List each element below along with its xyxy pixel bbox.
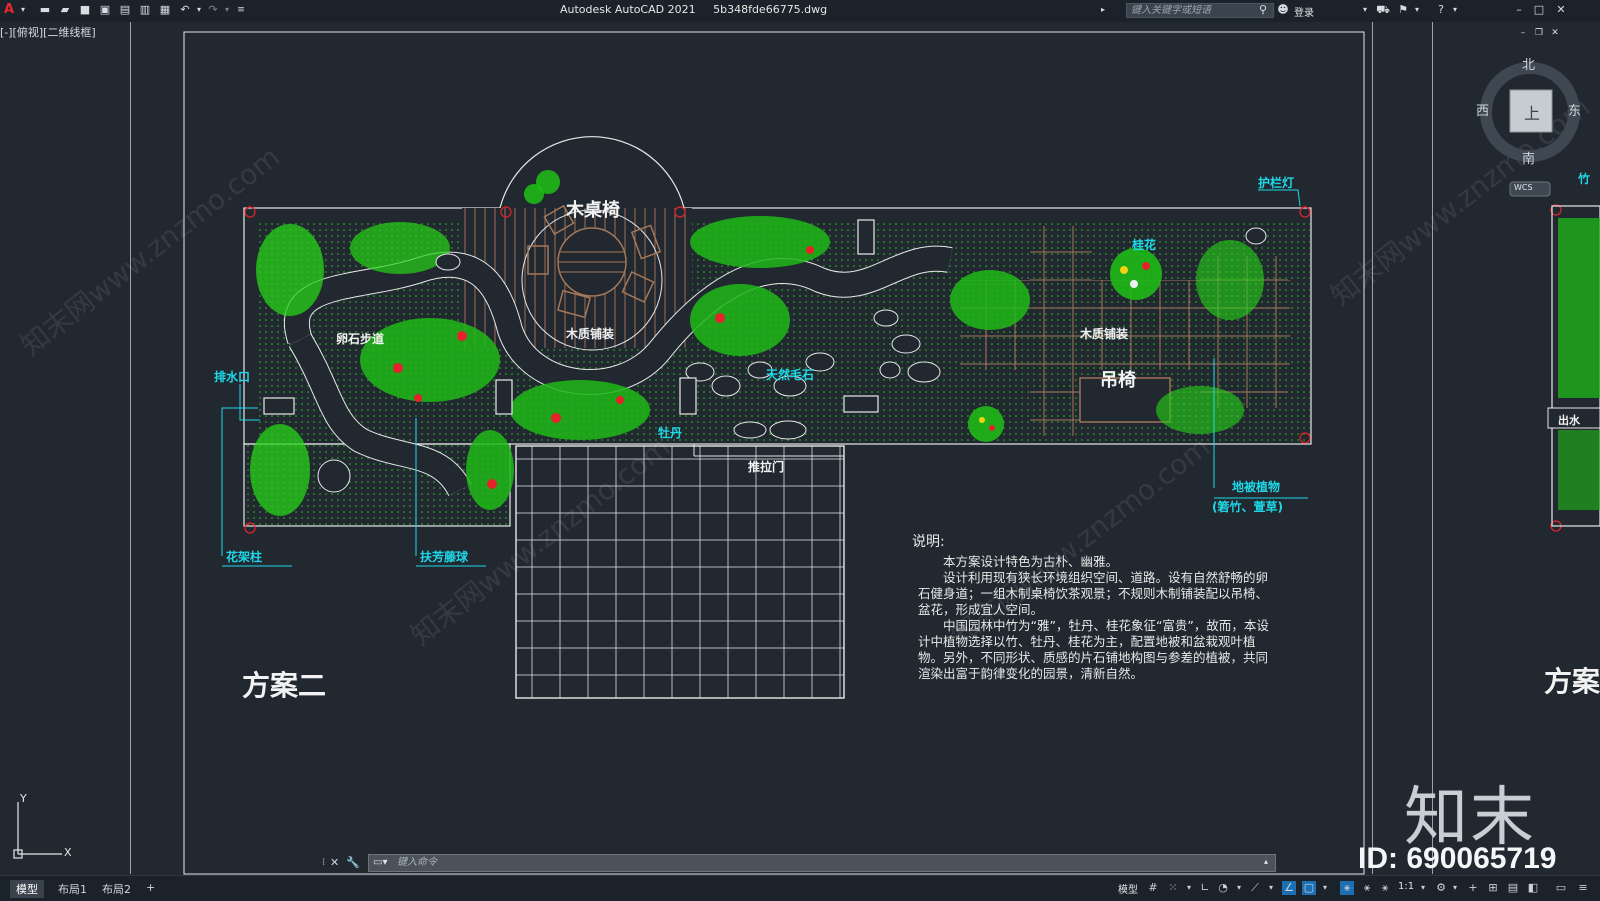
polar-icon[interactable]: ◔ [1216,881,1230,895]
label-pebble-path: 卵石步道 [336,332,385,346]
viewcube-south[interactable]: 南 [1522,148,1535,167]
wrench-icon[interactable]: 🔧 [346,856,360,869]
clean-screen-icon[interactable]: ▭ [1554,881,1568,895]
snap-icon[interactable]: ⁙ [1166,881,1180,895]
ortho-icon[interactable]: ∟ [1198,881,1212,895]
viewcube-west[interactable]: 西 [1476,100,1489,119]
scheme-title: 方案二 [242,669,327,702]
chevron-down-icon[interactable]: ▾ [1182,881,1196,895]
command-history-icon[interactable]: ▴ [1264,857,1268,866]
design-notes: 说明: 本方案设计特色为古朴、幽雅。 设计利用现有狭长环境组织空间、道路。设有自… [912,534,1278,682]
workspace-gear-icon[interactable]: ⚙ [1434,881,1448,895]
notes-paragraph: 中国园林中竹为“雅”，牡丹、桂花象征“富贵”，故而，本设计中植物选择以竹、牡丹、… [918,618,1269,681]
chevron-down-icon[interactable]: ▾ [1232,881,1246,895]
close-icon[interactable]: ✕ [330,856,339,869]
label-ground-cover: 地被植物 [1232,480,1281,494]
label-swing-chair: 吊椅 [1100,370,1136,391]
label-rail-light: 护栏灯 [1258,176,1295,190]
label-peony: 牡丹 [658,426,683,440]
annotation-monitor-icon[interactable]: + [1466,881,1480,895]
next-scheme-bamboo [1558,218,1600,398]
next-scheme-title: 方案 [1544,665,1600,698]
status-bar: 模型 布局1 布局2 + 模型 # ⁙ ▾ ∟ ◔ ▾ ⟋ ▾ ∠ ▢ ▾ ⚹ … [0,875,1600,901]
viewcube-north[interactable]: 北 [1522,54,1535,73]
grid-icon[interactable]: # [1146,881,1160,895]
tab-layout2[interactable]: 布局2 [96,880,137,898]
auto-scale-icon[interactable]: ⚹ [1360,881,1374,895]
drawing-id: ID: 690065719 [1358,842,1557,875]
label-climbing-vine: 扶芳藤球 [420,550,469,564]
notes-paragraph: 设计利用现有狭长环境组织空间、道路。设有自然舒畅的卵石健身道；一组木制桌椅饮茶观… [918,570,1269,617]
command-input[interactable]: ▭▾ 键入命令 [368,854,1276,872]
grip-icon[interactable]: ⁞ [322,857,325,868]
viewcube-face-label[interactable]: 上 [1524,100,1540,124]
label-drain: 排水口 [214,370,251,384]
model-space-button[interactable]: 模型 [1118,881,1138,896]
object-snap-icon[interactable]: ▢ [1302,881,1316,895]
isodraft-icon[interactable]: ⟋ [1248,881,1262,895]
viewcube-east[interactable]: 东 [1568,100,1581,119]
label-ground-cover-detail: (箬竹、萱草) [1212,500,1283,514]
next-scheme-bamboo-label: 竹 [1578,172,1591,186]
ucs-icon [13,802,62,859]
annotation-scale-icon[interactable]: ⚹ [1378,881,1392,895]
drawing-canvas[interactable] [0,0,1600,900]
tab-model[interactable]: 模型 [10,880,44,898]
chevron-down-icon[interactable]: ▾ [1416,881,1430,895]
next-scheme-planting [1558,430,1600,510]
label-wood-paving-center: 木质铺装 [566,327,615,341]
command-prompt-icon[interactable]: ▭▾ [373,855,387,871]
add-layout-icon[interactable]: + [140,880,161,895]
chevron-down-icon[interactable]: ▾ [1448,881,1462,895]
isolate-objects-icon[interactable]: ◧ [1526,881,1540,895]
wcs-label[interactable]: WCS [1514,183,1533,192]
tab-layout1[interactable]: 布局1 [52,880,93,898]
units-icon[interactable]: ⊞ [1486,881,1500,895]
command-placeholder: 键入命令 [397,857,437,868]
customization-icon[interactable]: ≡ [1576,881,1590,895]
notes-heading: 说明: [912,534,945,550]
annotation-scale-value[interactable]: 1:1 [1398,881,1414,892]
label-natural-stone: 天然毛石 [766,368,815,382]
next-scheme-outlet-label: 出水 [1558,414,1580,427]
object-snap-tracking-icon[interactable]: ∠ [1282,881,1296,895]
notes-paragraph: 本方案设计特色为古朴、幽雅。 [943,554,1119,569]
terrace-grid [516,446,844,698]
label-pergola-post: 花架柱 [226,550,263,564]
chevron-down-icon[interactable]: ▾ [1264,881,1278,895]
label-sliding-door: 推拉门 [748,460,785,474]
label-wood-paving-right: 木质铺装 [1080,327,1129,341]
annotation-visibility-icon[interactable]: ⚹ [1340,881,1354,895]
label-osmanthus: 桂花 [1132,238,1157,252]
command-line: ⁞ ✕ 🔧 ▭▾ 键入命令 ▴ [320,854,1280,874]
quick-properties-icon[interactable]: ▤ [1506,881,1520,895]
chevron-down-icon[interactable]: ▾ [1318,881,1332,895]
ucs-x-label: X [64,846,72,859]
ucs-y-label: Y [20,792,27,805]
label-wooden-table: 木桌椅 [566,200,620,221]
